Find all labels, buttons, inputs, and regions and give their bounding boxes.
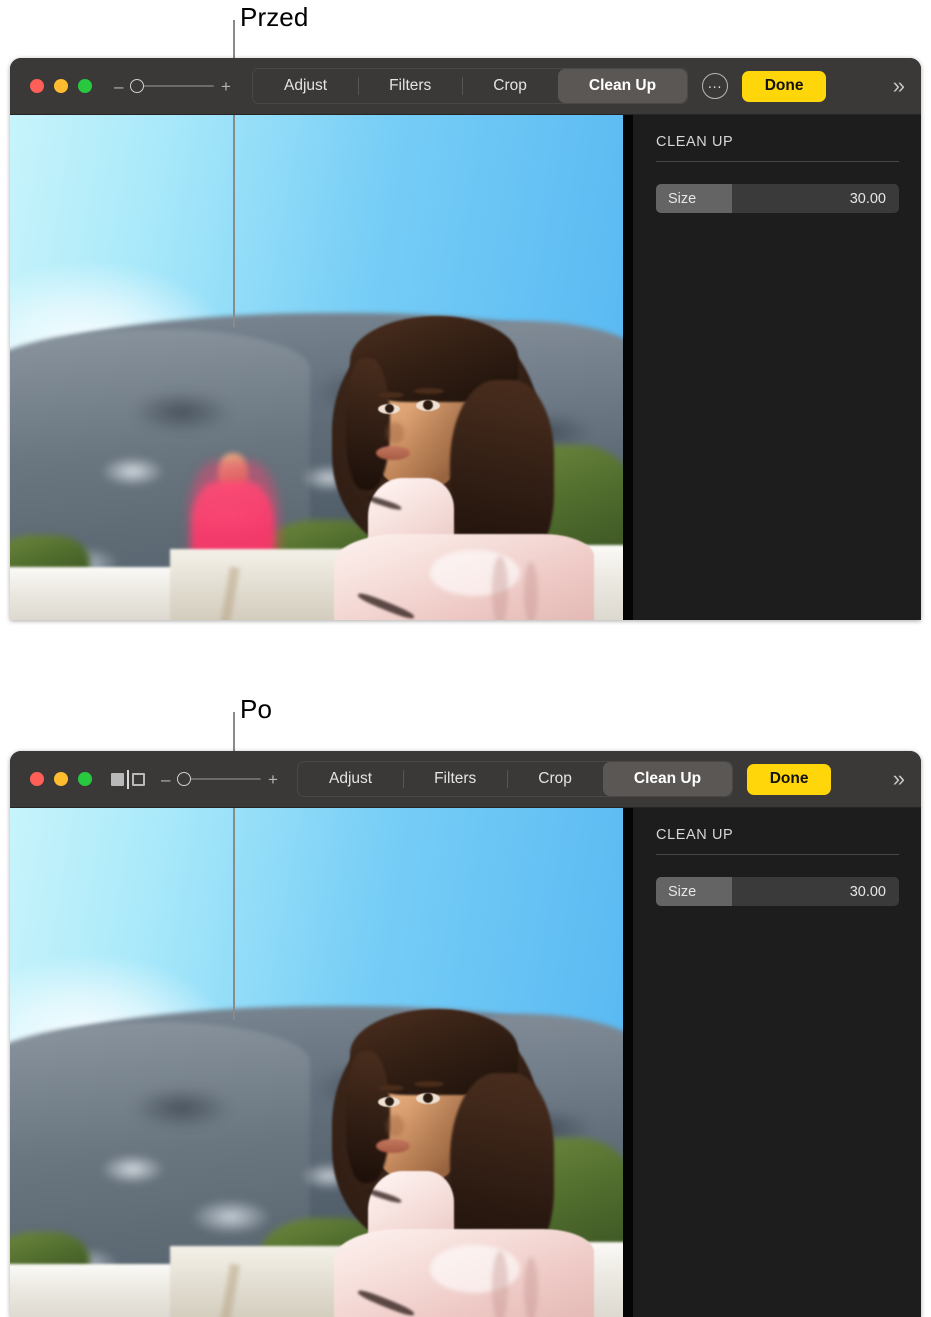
zoom-slider[interactable]: – + <box>114 78 231 95</box>
tab-clean-up[interactable]: Clean Up <box>557 69 688 103</box>
photo-woman-jacket-fold-2 <box>524 1257 538 1317</box>
photo-woman-hair-side <box>346 358 390 490</box>
compare-filled-square-icon <box>111 772 124 786</box>
photo-woman-eye-left <box>385 404 394 413</box>
photo-canvas-before[interactable] <box>10 115 623 620</box>
photo-woman-jacket-fold-2 <box>524 562 538 620</box>
zoom-button[interactable] <box>78 772 92 786</box>
callout-before-marker <box>233 115 235 327</box>
photo-woman-brow-right <box>414 1081 444 1087</box>
photo-woman-eye-right <box>423 400 433 410</box>
zoom-button[interactable] <box>78 79 92 93</box>
edit-mode-tabs: Adjust Filters Crop Clean Up <box>252 68 689 104</box>
size-slider-value[interactable]: 30.00 <box>850 191 886 207</box>
photo-canvas-after[interactable] <box>10 808 623 1317</box>
compare-divider-icon <box>127 769 129 789</box>
zoom-out-icon[interactable]: – <box>161 771 170 788</box>
photo-woman-brow-right <box>414 388 444 394</box>
done-button[interactable]: Done <box>747 763 832 795</box>
sidebar-divider <box>656 161 899 162</box>
tab-crop[interactable]: Crop <box>462 69 558 103</box>
photo-subject-woman <box>310 1003 623 1317</box>
size-slider-label: Size <box>668 883 697 900</box>
more-options-icon[interactable]: … <box>702 73 729 99</box>
done-button[interactable]: Done <box>742 70 827 102</box>
window-body: CLEAN UP Size 30.00 <box>10 115 921 620</box>
chevron-double-right-icon[interactable]: » <box>893 73 905 99</box>
photo-woman-brow-left <box>378 392 404 398</box>
zoom-slider-line <box>137 85 214 87</box>
zoom-in-icon[interactable]: + <box>221 78 231 95</box>
close-button[interactable] <box>30 772 44 786</box>
zoom-slider-track[interactable] <box>177 772 261 786</box>
photo-woman-lips <box>376 1139 410 1153</box>
photo-woman-eye-right <box>423 1093 433 1103</box>
tab-filters[interactable]: Filters <box>358 69 462 103</box>
compare-view-icon[interactable] <box>111 769 145 789</box>
zoom-out-icon[interactable]: – <box>114 78 123 95</box>
minimize-button[interactable] <box>54 772 68 786</box>
photo-woman-eye-left <box>385 1097 394 1106</box>
cleanup-sidebar: CLEAN UP Size 30.00 <box>633 115 921 620</box>
traffic-lights <box>30 79 92 93</box>
photo-woman-jacket-fold <box>492 1251 508 1317</box>
photo-subject-woman <box>310 310 623 620</box>
chevron-double-right-icon[interactable]: » <box>893 766 905 792</box>
photo-woman-nose-shadow <box>386 422 404 444</box>
edit-mode-tabs: Adjust Filters Crop Clean Up <box>297 761 734 797</box>
photo-woman-hair-side <box>346 1051 390 1183</box>
tab-filters[interactable]: Filters <box>403 762 507 796</box>
sidebar-title: CLEAN UP <box>656 134 734 150</box>
photos-window-before: – + Adjust Filters Crop Clean Up … Done … <box>10 58 921 620</box>
tab-clean-up[interactable]: Clean Up <box>602 762 733 796</box>
close-button[interactable] <box>30 79 44 93</box>
zoom-in-icon[interactable]: + <box>268 771 278 788</box>
tab-adjust[interactable]: Adjust <box>298 762 403 796</box>
tab-crop[interactable]: Crop <box>507 762 603 796</box>
panel-divider <box>623 115 633 620</box>
photo-woman-lips <box>376 446 410 460</box>
traffic-lights <box>30 772 92 786</box>
tab-adjust[interactable]: Adjust <box>253 69 358 103</box>
zoom-slider-knob[interactable] <box>130 79 144 93</box>
panel-divider <box>623 808 633 1317</box>
photo-woman-jacket-fold <box>492 556 508 620</box>
window-toolbar: – + Adjust Filters Crop Clean Up … Done … <box>10 58 921 115</box>
photo-woman-brow-left <box>378 1085 404 1091</box>
size-slider-value[interactable]: 30.00 <box>850 884 886 900</box>
callout-after-marker <box>233 808 235 1020</box>
window-toolbar: – + Adjust Filters Crop Clean Up Done » <box>10 751 921 808</box>
zoom-slider-line <box>184 778 261 780</box>
window-body: CLEAN UP Size 30.00 <box>10 808 921 1317</box>
size-slider-label: Size <box>668 190 697 207</box>
sidebar-title: CLEAN UP <box>656 827 734 843</box>
photo-woman-nose-shadow <box>386 1115 404 1137</box>
zoom-slider[interactable]: – + <box>161 771 278 788</box>
compare-outline-square-icon <box>132 772 145 786</box>
minimize-button[interactable] <box>54 79 68 93</box>
zoom-slider-knob[interactable] <box>177 772 191 786</box>
sidebar-divider <box>656 854 899 855</box>
size-slider[interactable]: Size 30.00 <box>656 877 899 906</box>
callout-after-label: Po <box>240 694 273 724</box>
photos-window-after: – + Adjust Filters Crop Clean Up Done » <box>10 751 921 1317</box>
size-slider[interactable]: Size 30.00 <box>656 184 899 213</box>
zoom-slider-track[interactable] <box>130 79 214 93</box>
callout-before-label: Przed <box>240 2 309 32</box>
cleanup-sidebar: CLEAN UP Size 30.00 <box>633 808 921 1317</box>
